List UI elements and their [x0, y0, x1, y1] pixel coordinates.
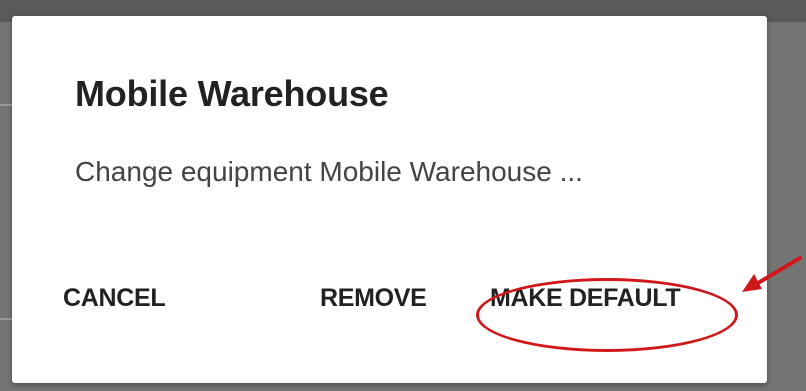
dialog-title: Mobile Warehouse	[75, 73, 389, 114]
red-ellipse-highlight	[476, 278, 738, 352]
dialog-message: Change equipment Mobile Warehouse ...	[75, 156, 583, 187]
remove-button[interactable]: REMOVE	[320, 284, 427, 313]
cancel-button[interactable]: CANCEL	[63, 284, 166, 313]
backdrop-divider	[0, 318, 12, 320]
backdrop-divider	[0, 104, 12, 106]
